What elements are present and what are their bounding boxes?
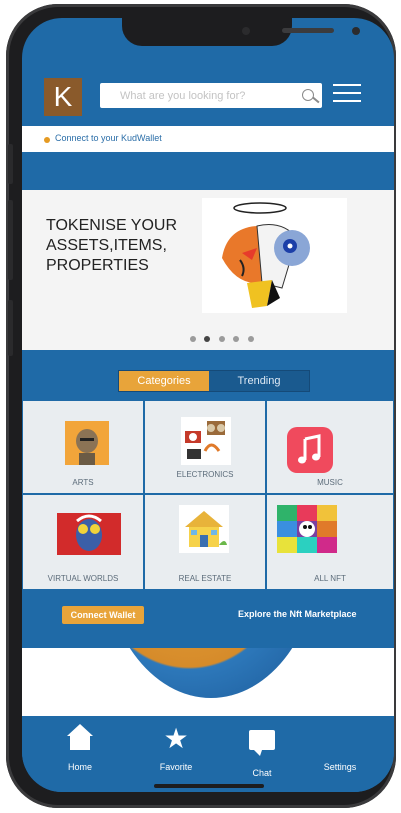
carousel-dot[interactable] xyxy=(233,336,240,342)
all-nft-thumbnail xyxy=(277,505,337,553)
music-icon xyxy=(287,427,333,473)
explore-marketplace-link[interactable]: Explore the Nft Marketplace xyxy=(238,609,357,619)
electronics-thumbnail xyxy=(181,417,231,465)
app-header: K xyxy=(22,68,394,126)
tab-trending[interactable]: Trending xyxy=(209,371,309,391)
category-label: VIRTUAL WORLDS xyxy=(47,574,119,583)
category-grid: ARTS ELECTRONICS MUSIC VIRTUAL WORLDS RE… xyxy=(22,400,394,590)
carousel-dot[interactable] xyxy=(190,336,196,342)
tab-categories[interactable]: Categories xyxy=(119,371,209,391)
banner-headline: TOKENISE YOUR ASSETS,ITEMS, PROPERTIES xyxy=(46,217,177,274)
speaker xyxy=(282,28,334,33)
volume-up-button xyxy=(8,144,13,184)
carousel-dot[interactable] xyxy=(218,336,225,342)
category-real-estate[interactable]: REAL ESTATE xyxy=(144,494,266,590)
category-music[interactable]: MUSIC xyxy=(266,400,394,494)
category-label: ELECTRONICS xyxy=(176,470,234,479)
app-screen: K Connect to your KudWallet TOKENISE YOU… xyxy=(22,18,394,792)
connect-wallet-link[interactable]: Connect to your KudWallet xyxy=(55,133,162,143)
status-dot-icon xyxy=(44,137,50,143)
front-camera xyxy=(242,27,250,35)
tab-favorite[interactable]: ★ Favorite xyxy=(146,723,206,773)
virtual-worlds-thumbnail xyxy=(57,513,121,555)
tab-home[interactable]: Home xyxy=(50,724,110,772)
volume-down-button xyxy=(8,200,13,280)
category-label: ARTS xyxy=(72,478,94,487)
category-label: MUSIC xyxy=(317,478,343,487)
connect-wallet-button[interactable]: Connect Wallet xyxy=(62,606,144,624)
hamburger-menu-icon[interactable] xyxy=(333,84,361,106)
carousel-dot[interactable] xyxy=(247,336,254,342)
tab-settings[interactable]: Settings xyxy=(310,762,370,772)
home-indicator xyxy=(154,784,264,788)
category-all-nft[interactable]: ALL NFT xyxy=(266,494,394,590)
sensor xyxy=(352,27,360,35)
globe-decoration xyxy=(22,648,394,716)
phone-frame: K Connect to your KudWallet TOKENISE YOU… xyxy=(6,4,396,808)
star-icon: ★ xyxy=(163,723,189,754)
category-arts[interactable]: ARTS xyxy=(22,400,144,494)
power-button xyxy=(8,300,13,356)
tab-chat[interactable]: Chat xyxy=(232,724,292,778)
tab-label: Chat xyxy=(252,768,272,778)
category-tabs: Categories Trending xyxy=(118,370,310,392)
search-bar[interactable] xyxy=(100,83,322,108)
chat-icon xyxy=(249,730,275,756)
carousel-indicator[interactable] xyxy=(190,329,258,347)
app-logo[interactable]: K xyxy=(44,78,82,116)
tab-label: Settings xyxy=(323,762,357,772)
category-label: ALL NFT xyxy=(314,574,346,583)
cta-bar: Connect Wallet Explore the Nft Marketpla… xyxy=(22,590,394,648)
carousel-dot-active[interactable] xyxy=(204,336,211,342)
notch xyxy=(122,18,360,46)
search-input[interactable] xyxy=(118,83,302,108)
category-label: REAL ESTATE xyxy=(178,574,232,583)
globe-image xyxy=(102,648,320,698)
real-estate-thumbnail xyxy=(179,505,229,553)
home-icon xyxy=(67,724,93,752)
category-electronics[interactable]: ELECTRONICS xyxy=(144,400,266,494)
category-virtual-worlds[interactable]: VIRTUAL WORLDS xyxy=(22,494,144,590)
promo-banner[interactable]: TOKENISE YOUR ASSETS,ITEMS, PROPERTIES xyxy=(22,190,394,350)
banner-artwork xyxy=(202,198,347,313)
tab-label: Favorite xyxy=(159,762,193,772)
tab-label: Home xyxy=(67,762,92,772)
bottom-tab-bar: Home ★ Favorite Chat Settings xyxy=(22,716,394,792)
search-icon[interactable] xyxy=(302,89,314,101)
wallet-connect-strip: Connect to your KudWallet xyxy=(22,126,394,152)
arts-thumbnail xyxy=(65,421,109,465)
